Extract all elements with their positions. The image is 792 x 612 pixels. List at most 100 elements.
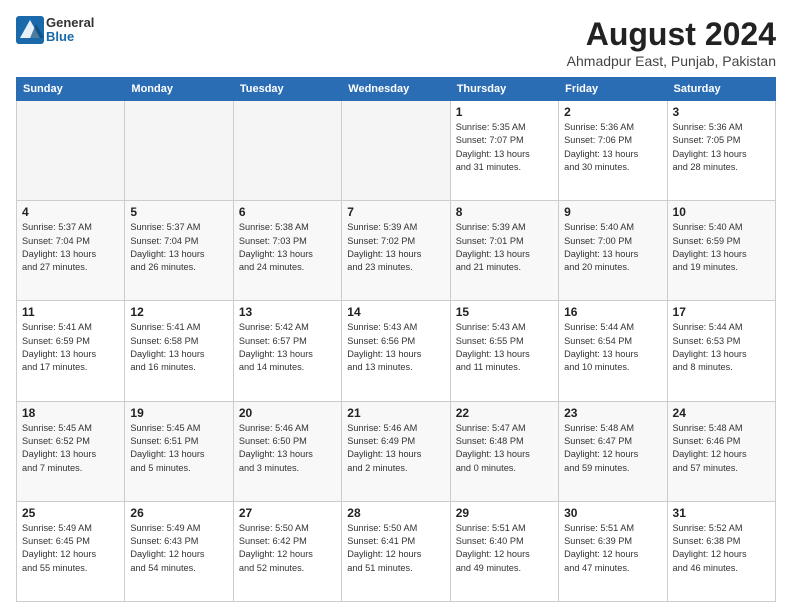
day-info: Sunrise: 5:39 AMSunset: 7:01 PMDaylight:… [456, 221, 553, 274]
calendar-cell: 2 Sunrise: 5:36 AMSunset: 7:06 PMDaylight… [559, 101, 667, 201]
day-info: Sunrise: 5:38 AMSunset: 7:03 PMDaylight:… [239, 221, 336, 274]
day-info: Sunrise: 5:52 AMSunset: 6:38 PMDaylight:… [673, 522, 770, 575]
calendar-cell: 15Sunrise: 5:43 AMSunset: 6:55 PMDayligh… [450, 301, 558, 401]
calendar-cell: 10 Sunrise: 5:40 AMSunset: 6:59 PMDayligh… [667, 201, 775, 301]
day-number: 8 [456, 205, 553, 219]
day-info: Sunrise: 5:39 AMSunset: 7:02 PMDaylight:… [347, 221, 444, 274]
day-number: 3 [673, 105, 770, 119]
day-number: 12 [130, 305, 227, 319]
calendar-cell: 31 Sunrise: 5:52 AMSunset: 6:38 PMDayligh… [667, 501, 775, 601]
calendar-cell: 27Sunrise: 5:50 AMSunset: 6:42 PMDayligh… [233, 501, 341, 601]
calendar-cell: 11 Sunrise: 5:41 AMSunset: 6:59 PMDayligh… [17, 301, 125, 401]
calendar-cell: 8 Sunrise: 5:39 AMSunset: 7:01 PMDaylight… [450, 201, 558, 301]
calendar-cell: 13 Sunrise: 5:42 AMSunset: 6:57 PMDayligh… [233, 301, 341, 401]
day-info: Sunrise: 5:42 AMSunset: 6:57 PMDaylight:… [239, 321, 336, 374]
day-number: 26 [130, 506, 227, 520]
day-info: Sunrise: 5:45 AMSunset: 6:51 PMDaylight:… [130, 422, 227, 475]
day-number: 21 [347, 406, 444, 420]
day-info: Sunrise: 5:50 AMSunset: 6:41 PMDaylight:… [347, 522, 444, 575]
day-info: Sunrise: 5:43 AMSunset: 6:55 PMDaylight:… [456, 321, 553, 374]
day-number: 14 [347, 305, 444, 319]
calendar-header: Sunday Monday Tuesday Wednesday Thursday… [17, 78, 776, 101]
day-number: 4 [22, 205, 119, 219]
day-info: Sunrise: 5:41 AMSunset: 6:58 PMDaylight:… [130, 321, 227, 374]
col-sunday: Sunday [17, 78, 125, 101]
day-number: 7 [347, 205, 444, 219]
day-info: Sunrise: 5:49 AMSunset: 6:43 PMDaylight:… [130, 522, 227, 575]
calendar-body: 1 Sunrise: 5:35 AMSunset: 7:07 PMDaylight… [17, 101, 776, 602]
day-info: Sunrise: 5:36 AMSunset: 7:06 PMDaylight:… [564, 121, 661, 174]
logo-blue-text: Blue [46, 30, 94, 44]
day-number: 19 [130, 406, 227, 420]
calendar-cell [125, 101, 233, 201]
day-number: 29 [456, 506, 553, 520]
calendar-cell: 5Sunrise: 5:37 AMSunset: 7:04 PMDaylight… [125, 201, 233, 301]
calendar-cell: 26 Sunrise: 5:49 AMSunset: 6:43 PMDayligh… [125, 501, 233, 601]
calendar-table: Sunday Monday Tuesday Wednesday Thursday… [16, 77, 776, 602]
day-info: Sunrise: 5:41 AMSunset: 6:59 PMDaylight:… [22, 321, 119, 374]
calendar-cell: 9 Sunrise: 5:40 AMSunset: 7:00 PMDaylight… [559, 201, 667, 301]
calendar-cell: 6 Sunrise: 5:38 AMSunset: 7:03 PMDaylight… [233, 201, 341, 301]
calendar-cell: 12 Sunrise: 5:41 AMSunset: 6:58 PMDayligh… [125, 301, 233, 401]
day-number: 6 [239, 205, 336, 219]
calendar-cell: 29Sunrise: 5:51 AMSunset: 6:40 PMDayligh… [450, 501, 558, 601]
day-number: 9 [564, 205, 661, 219]
calendar-cell: 18Sunrise: 5:45 AMSunset: 6:52 PMDayligh… [17, 401, 125, 501]
day-number: 23 [564, 406, 661, 420]
day-info: Sunrise: 5:45 AMSunset: 6:52 PMDaylight:… [22, 422, 119, 475]
week-row-1: 1 Sunrise: 5:35 AMSunset: 7:07 PMDaylight… [17, 101, 776, 201]
day-number: 2 [564, 105, 661, 119]
calendar-cell: 16Sunrise: 5:44 AMSunset: 6:54 PMDayligh… [559, 301, 667, 401]
day-info: Sunrise: 5:51 AMSunset: 6:39 PMDaylight:… [564, 522, 661, 575]
day-number: 11 [22, 305, 119, 319]
day-info: Sunrise: 5:37 AMSunset: 7:04 PMDaylight:… [130, 221, 227, 274]
day-info: Sunrise: 5:36 AMSunset: 7:05 PMDaylight:… [673, 121, 770, 174]
page: General Blue August 2024 Ahmadpur East, … [0, 0, 792, 612]
day-number: 30 [564, 506, 661, 520]
calendar-cell: 21 Sunrise: 5:46 AMSunset: 6:49 PMDayligh… [342, 401, 450, 501]
calendar-cell [342, 101, 450, 201]
calendar-cell: 23 Sunrise: 5:48 AMSunset: 6:47 PMDayligh… [559, 401, 667, 501]
calendar-cell: 28 Sunrise: 5:50 AMSunset: 6:41 PMDayligh… [342, 501, 450, 601]
day-info: Sunrise: 5:40 AMSunset: 6:59 PMDaylight:… [673, 221, 770, 274]
week-row-3: 11 Sunrise: 5:41 AMSunset: 6:59 PMDayligh… [17, 301, 776, 401]
day-info: Sunrise: 5:50 AMSunset: 6:42 PMDaylight:… [239, 522, 336, 575]
logo-icon [16, 16, 44, 44]
header: General Blue August 2024 Ahmadpur East, … [16, 16, 776, 69]
day-number: 22 [456, 406, 553, 420]
col-saturday: Saturday [667, 78, 775, 101]
day-info: Sunrise: 5:46 AMSunset: 6:49 PMDaylight:… [347, 422, 444, 475]
title-block: August 2024 Ahmadpur East, Punjab, Pakis… [567, 16, 776, 69]
calendar-cell: 24 Sunrise: 5:48 AMSunset: 6:46 PMDayligh… [667, 401, 775, 501]
header-row: Sunday Monday Tuesday Wednesday Thursday… [17, 78, 776, 101]
calendar-cell: 7 Sunrise: 5:39 AMSunset: 7:02 PMDaylight… [342, 201, 450, 301]
day-info: Sunrise: 5:48 AMSunset: 6:47 PMDaylight:… [564, 422, 661, 475]
col-monday: Monday [125, 78, 233, 101]
logo-general-text: General [46, 16, 94, 30]
day-info: Sunrise: 5:49 AMSunset: 6:45 PMDaylight:… [22, 522, 119, 575]
day-info: Sunrise: 5:48 AMSunset: 6:46 PMDaylight:… [673, 422, 770, 475]
calendar-cell [233, 101, 341, 201]
day-number: 28 [347, 506, 444, 520]
day-info: Sunrise: 5:40 AMSunset: 7:00 PMDaylight:… [564, 221, 661, 274]
col-thursday: Thursday [450, 78, 558, 101]
calendar-cell: 1 Sunrise: 5:35 AMSunset: 7:07 PMDaylight… [450, 101, 558, 201]
day-number: 31 [673, 506, 770, 520]
week-row-5: 25Sunrise: 5:49 AMSunset: 6:45 PMDayligh… [17, 501, 776, 601]
subtitle: Ahmadpur East, Punjab, Pakistan [567, 53, 776, 69]
calendar-cell: 14 Sunrise: 5:43 AMSunset: 6:56 PMDayligh… [342, 301, 450, 401]
day-number: 1 [456, 105, 553, 119]
calendar-cell: 4Sunrise: 5:37 AMSunset: 7:04 PMDaylight… [17, 201, 125, 301]
day-info: Sunrise: 5:35 AMSunset: 7:07 PMDaylight:… [456, 121, 553, 174]
day-number: 10 [673, 205, 770, 219]
day-number: 17 [673, 305, 770, 319]
day-number: 20 [239, 406, 336, 420]
day-info: Sunrise: 5:44 AMSunset: 6:53 PMDaylight:… [673, 321, 770, 374]
day-info: Sunrise: 5:43 AMSunset: 6:56 PMDaylight:… [347, 321, 444, 374]
week-row-2: 4 Sunrise: 5:37 AMSunset: 7:04 PMDaylight… [17, 201, 776, 301]
day-number: 24 [673, 406, 770, 420]
day-info: Sunrise: 5:47 AMSunset: 6:48 PMDaylight:… [456, 422, 553, 475]
day-number: 13 [239, 305, 336, 319]
col-wednesday: Wednesday [342, 78, 450, 101]
calendar-cell: 22 Sunrise: 5:47 AMSunset: 6:48 PMDayligh… [450, 401, 558, 501]
